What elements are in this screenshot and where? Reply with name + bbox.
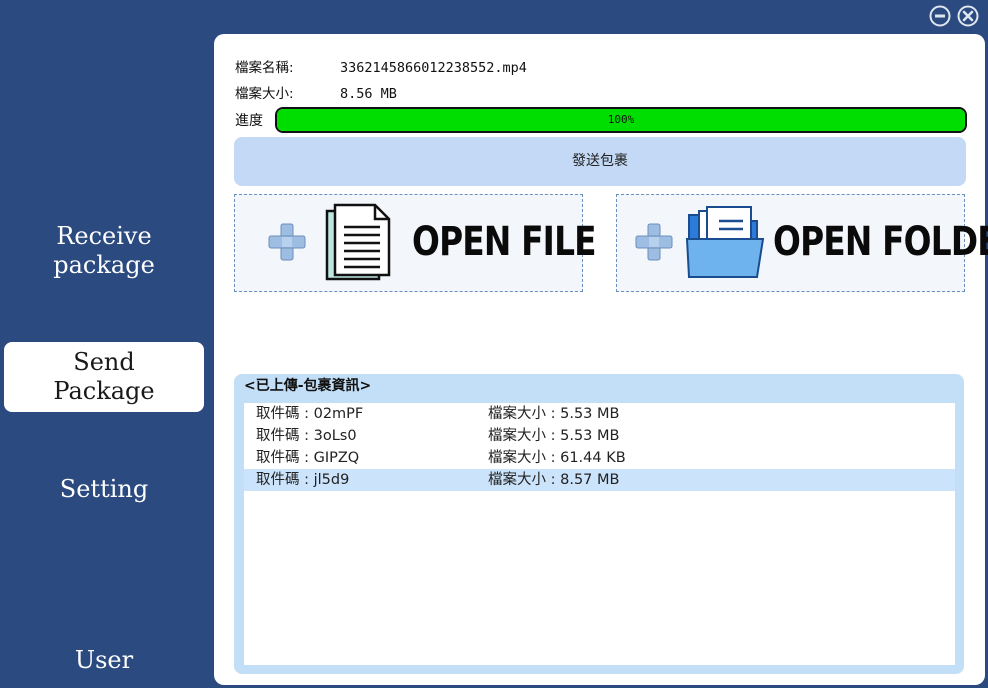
file-size-value: 8.56 MB (340, 86, 397, 102)
pickup-code: 取件碼 : 02mPF (256, 406, 364, 422)
file-name-value: 3362145866012238552.mp4 (340, 60, 527, 76)
nav-receive-package-line1: Receive (56, 222, 152, 250)
sidebar: Receive package Send Package Setting Use… (0, 0, 214, 688)
progress-text: 100% (607, 113, 635, 126)
pickup-code: 取件碼 : GIPZQ (256, 450, 360, 466)
folder-icon (685, 206, 765, 278)
x-circle-icon (957, 5, 979, 27)
minimize-button[interactable] (929, 5, 951, 27)
nav-receive-package-line2: package (53, 251, 155, 279)
plus-icon (268, 223, 306, 261)
nav-user-label: User (74, 646, 134, 674)
open-file-button[interactable]: OPEN FILE (234, 194, 597, 292)
package-size: 檔案大小 : 5.53 MB (488, 406, 620, 422)
uploaded-packages-list[interactable]: 取件碼 : 02mPF 檔案大小 : 5.53 MB 取件碼 : 3oLs0 檔… (244, 403, 955, 665)
progress-bar: 100% (275, 107, 967, 133)
list-item[interactable]: 取件碼 : GIPZQ 檔案大小 : 61.44 KB (244, 447, 955, 469)
file-name-row: 檔案名稱: 3362145866012238552.mp4 (235, 56, 527, 76)
send-package-button[interactable]: 發送包裹 (234, 137, 966, 186)
nav-send-package[interactable]: Send Package (4, 342, 204, 412)
file-name-label: 檔案名稱: (235, 60, 294, 76)
nav-setting[interactable]: Setting (4, 475, 204, 504)
open-folder-label: OPEN FOLDER (773, 219, 988, 265)
package-size: 檔案大小 : 5.53 MB (488, 428, 620, 444)
open-file-label: OPEN FILE (412, 219, 597, 265)
file-size-label: 檔案大小: (235, 86, 294, 102)
nav-setting-label: Setting (59, 475, 149, 503)
nav-send-package-line1: Send (73, 348, 135, 376)
minus-circle-icon (929, 5, 951, 27)
file-size-row: 檔案大小: 8.56 MB (235, 82, 397, 102)
uploaded-packages-title: <已上傳-包裹資訊> (244, 378, 372, 394)
package-size: 檔案大小 : 61.44 KB (488, 450, 626, 466)
package-size: 檔案大小 : 8.57 MB (488, 472, 620, 488)
close-button[interactable] (957, 5, 979, 27)
plus-icon (635, 223, 673, 261)
pickup-code: 取件碼 : jl5d9 (256, 472, 350, 488)
nav-receive-package[interactable]: Receive package (4, 222, 204, 288)
list-item[interactable]: 取件碼 : 3oLs0 檔案大小 : 5.53 MB (244, 425, 955, 447)
list-item[interactable]: 取件碼 : 02mPF 檔案大小 : 5.53 MB (244, 403, 955, 425)
pickup-code: 取件碼 : 3oLs0 (256, 428, 357, 444)
open-folder-button[interactable]: OPEN FOLDER (616, 194, 988, 292)
progress-label: 進度 (235, 113, 263, 129)
nav-send-package-line2: Package (53, 377, 155, 405)
list-item[interactable]: 取件碼 : jl5d9 檔案大小 : 8.57 MB (244, 469, 955, 491)
document-icon (325, 203, 391, 281)
uploaded-packages-box: <已上傳-包裹資訊> 取件碼 : 02mPF 檔案大小 : 5.53 MB 取件… (234, 374, 964, 674)
send-package-panel: 檔案名稱: 3362145866012238552.mp4 檔案大小: 8.56 M… (214, 34, 988, 685)
nav-user[interactable]: User (4, 646, 204, 675)
